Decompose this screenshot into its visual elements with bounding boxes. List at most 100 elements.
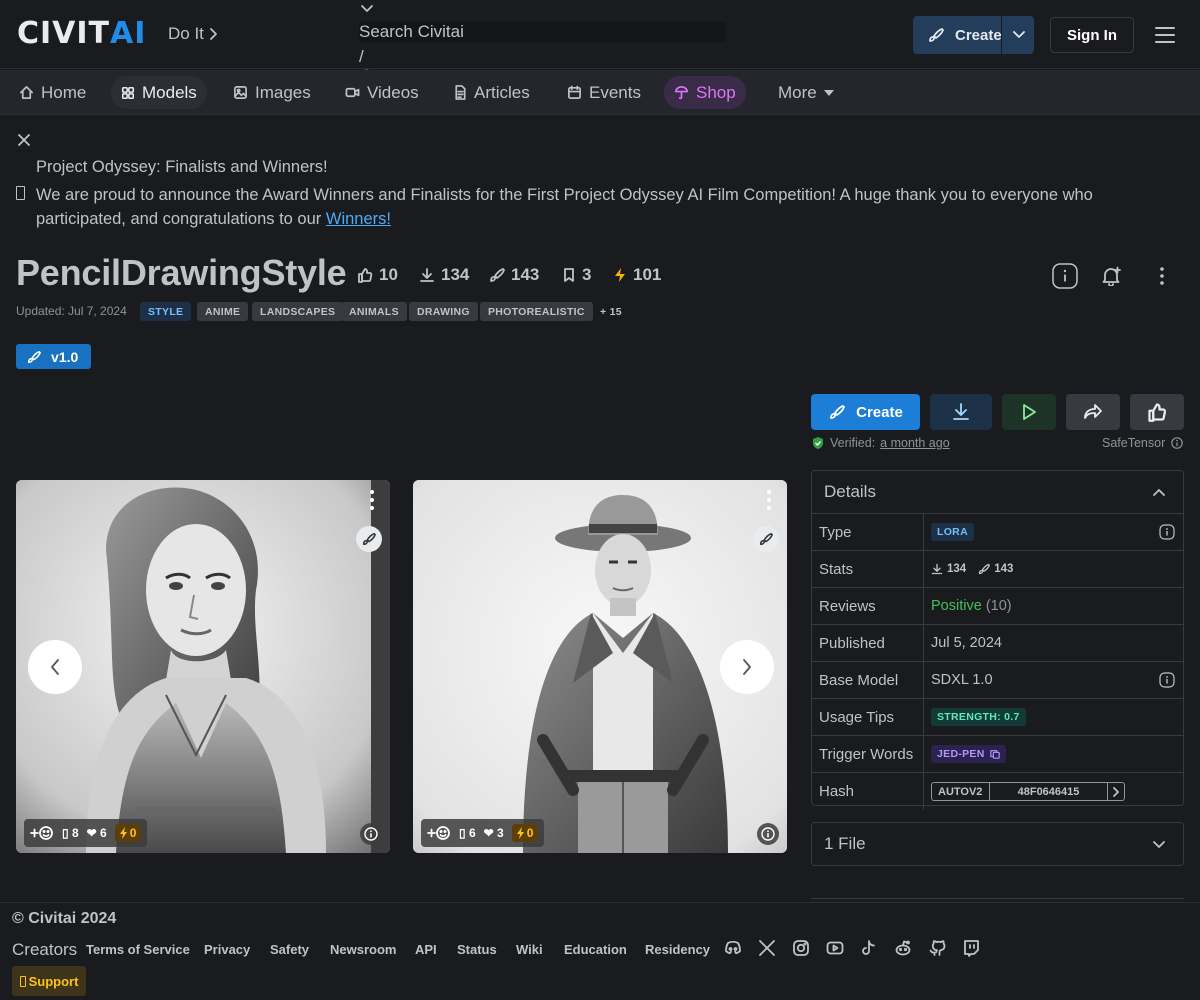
likes-stat: 10 <box>357 265 398 285</box>
nav-item-videos[interactable]: Videos <box>335 76 429 109</box>
detail-row-type: Type LORA <box>812 514 1183 551</box>
footer-link-newsroom[interactable]: Newsroom <box>330 942 396 957</box>
files-accordion[interactable]: 1 File <box>811 822 1184 866</box>
image-menu-button[interactable] <box>767 490 771 510</box>
tag-photorealistic[interactable]: PHOTOREALISTIC <box>480 302 593 321</box>
play-icon <box>1023 404 1036 420</box>
footer-link-api[interactable]: API <box>415 942 437 957</box>
header-create-button[interactable]: Create <box>913 16 1034 54</box>
carousel-prev-button[interactable] <box>28 640 82 694</box>
create-button[interactable]: Create <box>811 394 920 430</box>
more-options-button[interactable] <box>1148 262 1176 290</box>
download-icon <box>953 403 969 420</box>
play-button[interactable] <box>1002 394 1056 430</box>
version-badge[interactable]: v1.0 <box>16 344 91 369</box>
twitch-icon[interactable] <box>962 939 980 957</box>
heart-count[interactable]: ❤ 3 <box>484 826 504 840</box>
tag-animals[interactable]: ANIMALS <box>341 302 407 321</box>
chevron-right-icon <box>210 28 217 40</box>
search-shortcut: / <box>359 47 364 66</box>
thumb-up-icon <box>1148 403 1167 422</box>
more-tags[interactable]: + 15 <box>592 302 630 321</box>
detail-key: Hash <box>812 773 924 810</box>
search-input[interactable] <box>359 22 726 42</box>
buzz-tip[interactable]: 0 <box>114 824 142 842</box>
youtube-icon[interactable] <box>826 939 844 957</box>
grid-icon <box>121 86 135 99</box>
winners-link[interactable]: Winners! <box>326 210 391 228</box>
buzz-tip[interactable]: 0 <box>511 824 539 842</box>
tag-style[interactable]: STYLE <box>140 302 192 321</box>
add-reaction-icon[interactable] <box>30 825 54 841</box>
footer-link-residency[interactable]: Residency <box>645 942 710 957</box>
trigger-word-badge[interactable]: JED-PEN <box>931 745 1006 763</box>
x-icon[interactable] <box>758 939 776 957</box>
tiktok-icon[interactable] <box>860 939 878 957</box>
heart-count[interactable]: ❤ 6 <box>87 826 107 840</box>
brush-icon <box>929 28 944 42</box>
instagram-icon[interactable] <box>792 939 810 957</box>
footer-link-creators[interactable]: Creators <box>12 940 77 960</box>
close-icon[interactable] <box>18 134 30 146</box>
hash-selector[interactable]: AUTOV2 48F0646415 <box>931 782 1125 801</box>
reddit-icon[interactable] <box>894 939 912 957</box>
add-reaction-icon[interactable] <box>427 825 451 841</box>
nav-item-models[interactable]: Models <box>111 76 207 109</box>
info-button[interactable] <box>1051 262 1079 290</box>
chevron-down-icon[interactable] <box>1013 31 1025 39</box>
support-button[interactable]: Support <box>12 966 86 996</box>
shield-check-icon <box>813 437 823 449</box>
verified-time-link[interactable]: a month ago <box>880 436 950 450</box>
comment-count[interactable]: ▯ 6 <box>459 826 476 840</box>
info-icon[interactable] <box>1159 672 1175 688</box>
doit-link[interactable]: Do It <box>168 24 218 44</box>
support-label: Support <box>28 973 79 989</box>
details-header[interactable]: Details <box>812 471 1183 514</box>
bookmarks-count: 3 <box>582 265 592 284</box>
carousel-next-button[interactable] <box>720 640 774 694</box>
info-icon[interactable] <box>1159 524 1175 540</box>
nav-item-events[interactable]: Events <box>557 76 651 109</box>
nav-item-more[interactable]: More <box>768 76 844 109</box>
image-menu-button[interactable] <box>370 490 374 510</box>
footer-link-terms[interactable]: Terms of Service <box>86 942 190 957</box>
remix-button[interactable] <box>753 526 779 552</box>
notify-button[interactable] <box>1097 262 1125 290</box>
hash-next-button[interactable] <box>1108 783 1124 800</box>
chevron-down-icon[interactable] <box>360 4 374 14</box>
github-icon[interactable] <box>928 939 946 957</box>
bell-plus-icon <box>1102 266 1121 286</box>
sign-in-button[interactable]: Sign In <box>1050 17 1134 53</box>
thumb-up-icon <box>358 268 373 283</box>
footer-link-education[interactable]: Education <box>564 942 627 957</box>
footer-link-privacy[interactable]: Privacy <box>204 942 250 957</box>
announcement-title: Project Odyssey: Finalists and Winners! <box>36 158 328 176</box>
nav-item-home[interactable]: Home <box>9 76 96 109</box>
nav-item-shop[interactable]: Shop <box>664 76 746 109</box>
nav-item-images[interactable]: Images <box>223 76 321 109</box>
main-nav: Home Models Images Videos Articles Event… <box>0 70 1200 115</box>
tag-anime[interactable]: ANIME <box>197 302 249 321</box>
chevron-down-icon <box>1153 841 1165 848</box>
comment-count[interactable]: ▯ 8 <box>62 826 79 840</box>
image-info-button[interactable] <box>757 823 779 845</box>
buzz-count: 101 <box>633 265 662 284</box>
discord-icon[interactable] <box>724 939 742 957</box>
image-info-button[interactable] <box>360 823 382 845</box>
support-icon <box>19 975 26 987</box>
download-button[interactable] <box>930 394 992 430</box>
tag-drawing[interactable]: DRAWING <box>409 302 478 321</box>
like-button[interactable] <box>1130 394 1184 430</box>
nav-item-articles[interactable]: Articles <box>443 76 540 109</box>
info-icon[interactable] <box>1171 437 1184 449</box>
footer-link-status[interactable]: Status <box>457 942 497 957</box>
menu-icon[interactable] <box>1155 26 1175 44</box>
civitai-logo[interactable]: CIVIT AI <box>17 19 146 49</box>
detail-value[interactable]: Positive (10) <box>924 588 1183 624</box>
remix-button[interactable] <box>356 526 382 552</box>
footer-link-wiki[interactable]: Wiki <box>516 942 543 957</box>
shop-icon <box>675 86 688 100</box>
footer-link-safety[interactable]: Safety <box>270 942 309 957</box>
tag-landscapes[interactable]: LANDSCAPES <box>252 302 344 321</box>
share-button[interactable] <box>1066 394 1120 430</box>
